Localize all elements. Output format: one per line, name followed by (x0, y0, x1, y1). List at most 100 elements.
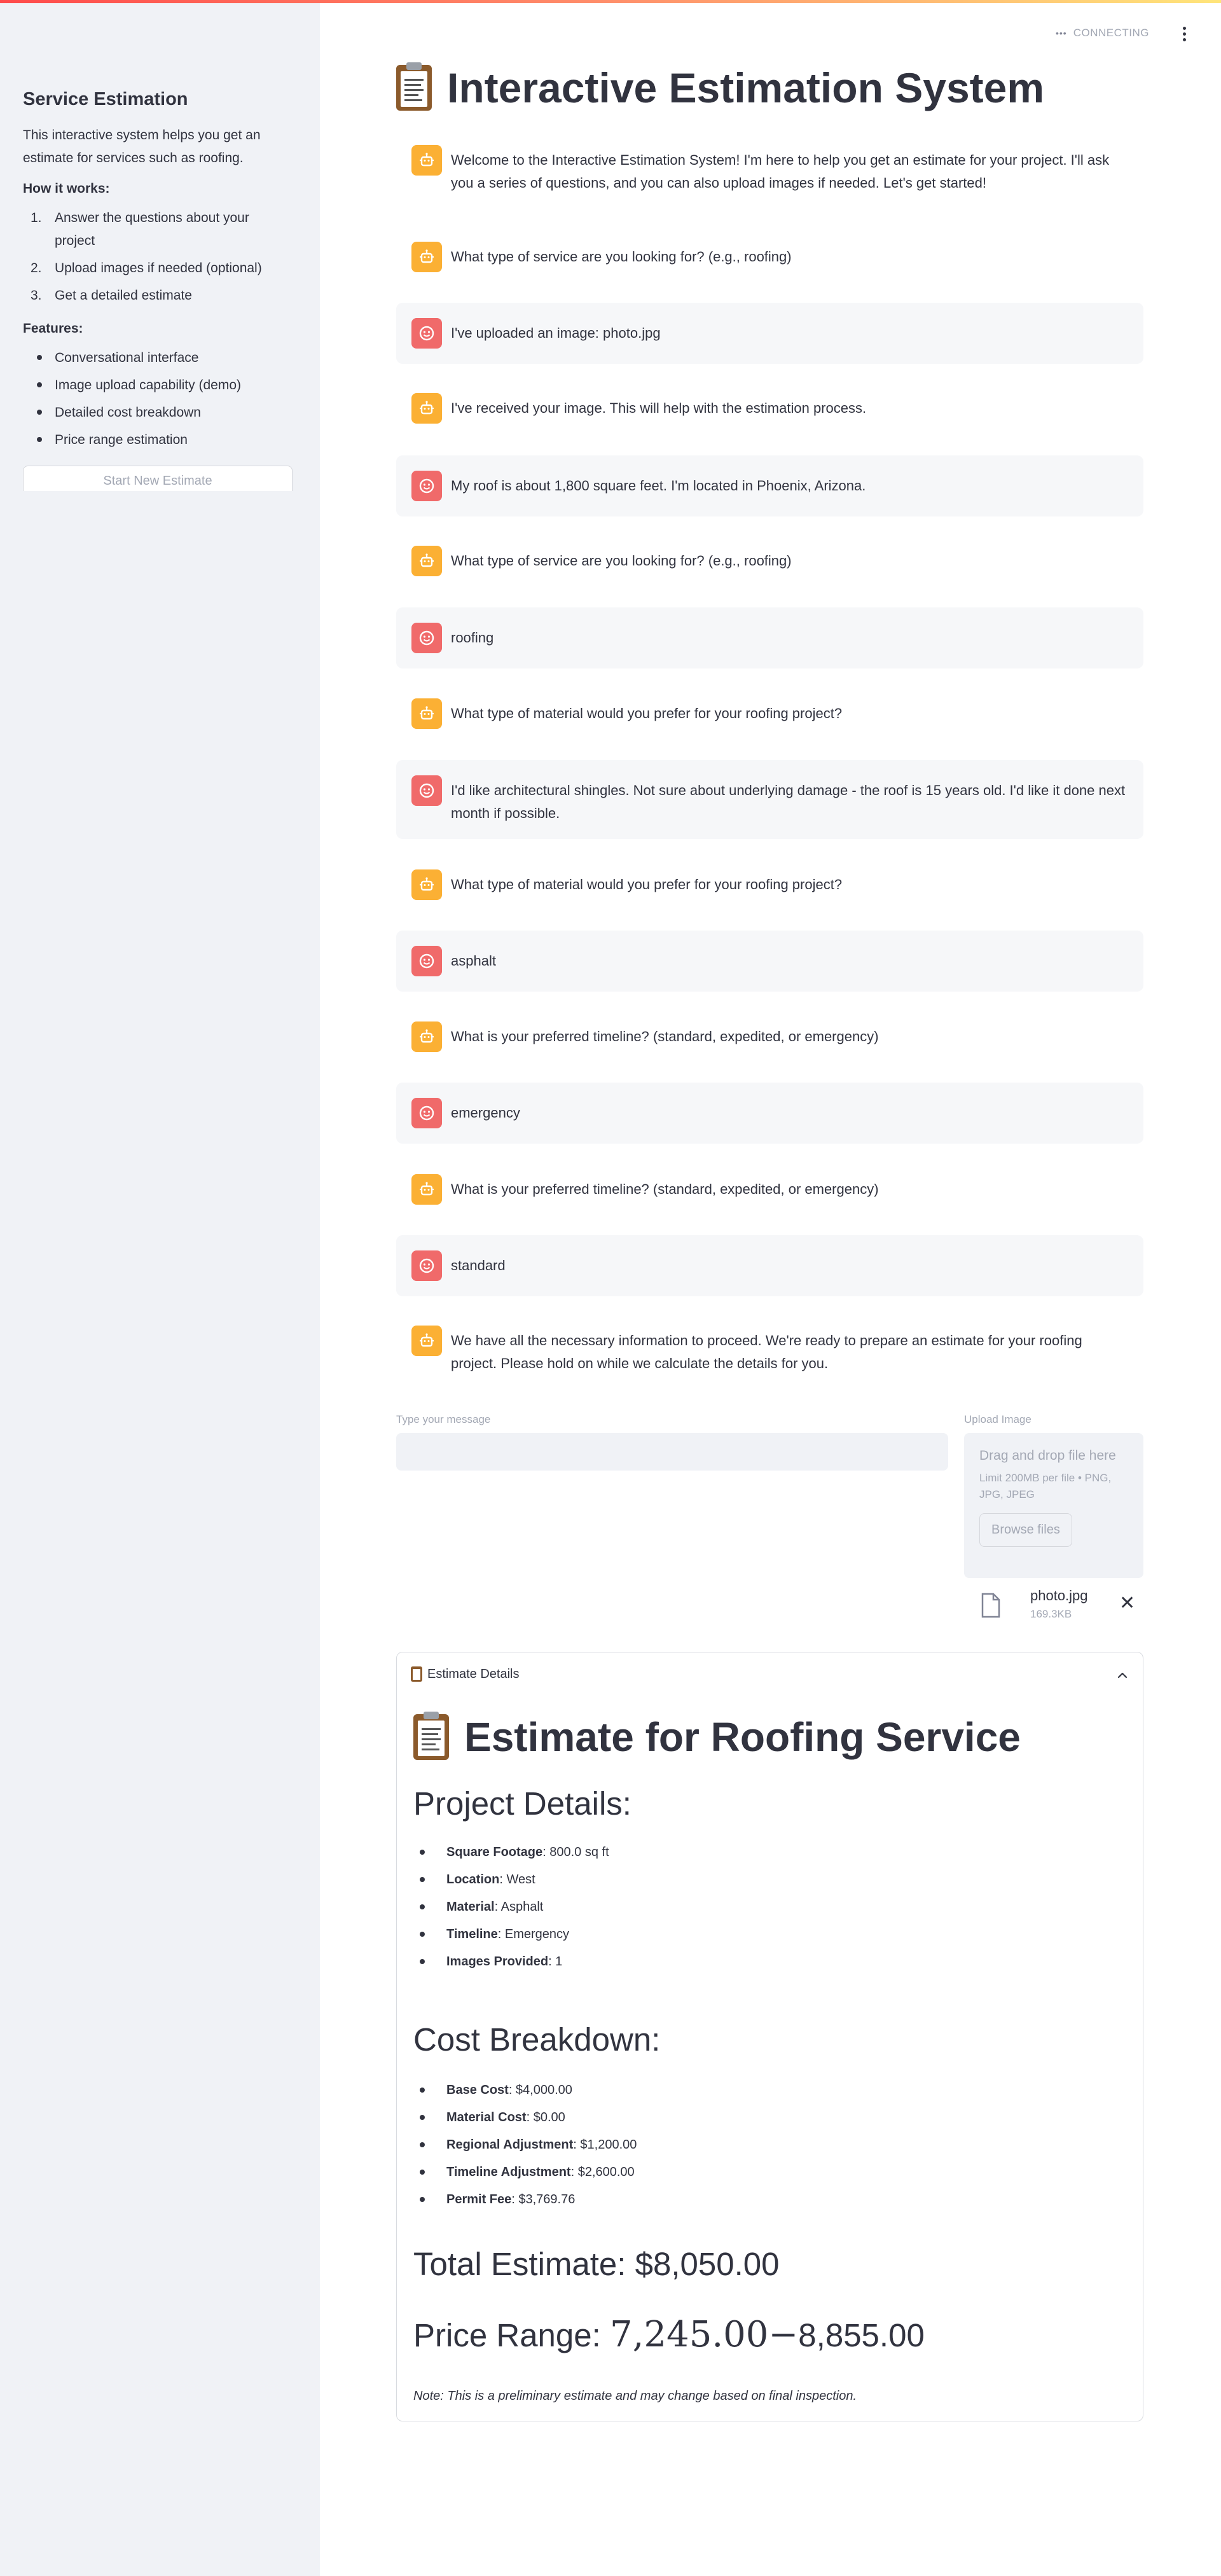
list-item: Timeline Adjustment: $2,600.00 (413, 2163, 1113, 2182)
page-title: Interactive Estimation System (396, 62, 1045, 112)
user-message: asphalt (396, 931, 1143, 992)
total-estimate: Total Estimate: $8,050.00 (413, 2246, 780, 2282)
feature-text: Image upload capability (demo) (55, 378, 241, 392)
message-input[interactable] (396, 1433, 948, 1471)
upload-label: Upload Image (964, 1413, 1031, 1425)
file-icon (981, 1593, 1000, 1618)
detail-value: : Emergency (497, 1927, 570, 1941)
message-text: Welcome to the Interactive Estimation Sy… (451, 152, 1110, 191)
page-title-text: Interactive Estimation System (447, 64, 1045, 111)
clipboard-icon (411, 1666, 422, 1682)
feature-text: Price range estimation (55, 433, 188, 447)
user-message: My roof is about 1,800 square feet. I'm … (396, 455, 1143, 516)
assistant-message: We have all the necessary information to… (396, 1319, 1143, 1380)
message-text: What type of service are you looking for… (451, 249, 792, 265)
user-avatar-icon (411, 318, 442, 349)
cost-label: Material Cost (446, 2110, 527, 2124)
list-item: Regional Adjustment: $1,200.00 (413, 2135, 1113, 2154)
bot-avatar-icon (411, 546, 442, 576)
detail-label: Square Footage (446, 1845, 543, 1859)
expander-label: Estimate Details (427, 1666, 520, 1681)
detail-value: : West (499, 1873, 535, 1887)
bot-avatar-icon (411, 145, 442, 176)
detail-label: Timeline (446, 1927, 498, 1941)
list-item: 1. Answer the questions about your projec… (27, 207, 293, 253)
price-range-prefix: Price Range: (413, 2317, 610, 2353)
detail-label: Material (446, 1900, 495, 1914)
start-new-estimate-button[interactable]: Start New Estimate (23, 466, 293, 491)
message-text: What is your preferred timeline? (standa… (451, 1181, 879, 1197)
uploaded-file: photo.jpg 169.3KB ✕ (981, 1584, 1143, 1628)
how-it-works-heading: How it works: (23, 181, 110, 196)
bot-avatar-icon (411, 869, 442, 900)
message-text: What type of service are you looking for… (451, 553, 792, 569)
detail-value: : 1 (548, 1955, 563, 1969)
expander-header[interactable]: Estimate Details (411, 1666, 520, 1682)
message-text: I've uploaded an image: photo.jpg (451, 325, 661, 341)
message-text: standard (451, 1257, 506, 1273)
list-item: Image upload capability (demo) (27, 374, 293, 397)
assistant-message: What type of service are you looking for… (396, 235, 1143, 277)
assistant-message: What type of material would you prefer f… (396, 692, 1143, 734)
status-dots-icon: ••• (1056, 28, 1067, 38)
detail-label: Images Provided (446, 1955, 549, 1969)
assistant-message: Welcome to the Interactive Estimation Sy… (396, 139, 1143, 200)
cost-label: Permit Fee (446, 2192, 512, 2206)
assistant-message: What type of material would you prefer f… (396, 863, 1143, 905)
project-details-heading: Project Details: (413, 1785, 631, 1822)
sidebar-content: Service Estimation This interactive syst… (23, 89, 293, 491)
message-text: roofing (451, 630, 494, 646)
cost-value: : $4,000.00 (508, 2083, 572, 2097)
chevron-up-icon[interactable] (1116, 1669, 1129, 1682)
message-text: My roof is about 1,800 square feet. I'm … (451, 478, 866, 494)
cost-value: : $3,769.76 (511, 2192, 576, 2206)
detail-label: Location (446, 1873, 500, 1887)
bot-avatar-icon (411, 242, 442, 272)
bot-avatar-icon (411, 393, 442, 424)
bot-avatar-icon (411, 1021, 442, 1052)
price-range: Price Range: 7,245.00−8,855.00 (413, 2314, 925, 2355)
file-name: photo.jpg (1030, 1588, 1088, 1603)
assistant-message: What is your preferred timeline? (standa… (396, 1015, 1143, 1057)
feature-text: Conversational interface (55, 350, 199, 365)
features-list: Conversational interface Image upload ca… (27, 347, 293, 452)
bot-avatar-icon (411, 1326, 442, 1356)
list-item: Material: Asphalt (413, 1897, 1113, 1916)
user-avatar-icon (411, 623, 442, 653)
browse-files-button[interactable]: Browse files (979, 1513, 1072, 1547)
cost-breakdown-heading: Cost Breakdown: (413, 2021, 661, 2058)
list-item: Conversational interface (27, 347, 293, 370)
list-item: Timeline: Emergency (413, 1925, 1113, 1944)
message-text: We have all the necessary information to… (451, 1333, 1082, 1371)
cost-value: : $0.00 (526, 2110, 565, 2124)
remove-file-icon[interactable]: ✕ (1119, 1594, 1135, 1613)
estimate-expander: Estimate Details Estimate for Roofing Se… (396, 1652, 1143, 2421)
user-message: I'd like architectural shingles. Not sur… (396, 760, 1143, 839)
step-text: Answer the questions about your project (55, 211, 249, 248)
status-text: CONNECTING (1073, 27, 1149, 39)
estimate-title-text: Estimate for Roofing Service (464, 1714, 1021, 1760)
assistant-message: What is your preferred timeline? (standa… (396, 1168, 1143, 1210)
clipboard-icon (413, 1712, 449, 1760)
cost-label: Base Cost (446, 2083, 509, 2097)
cost-label: Regional Adjustment (446, 2138, 574, 2152)
user-avatar-icon (411, 1250, 442, 1281)
list-item: 2. Upload images if needed (optional) (27, 257, 293, 280)
file-size: 169.3KB (1030, 1608, 1072, 1620)
price-range-end: 8,855.00 (798, 2317, 925, 2353)
dropzone-title: Drag and drop file here (979, 1448, 1116, 1463)
list-item: Base Cost: $4,000.00 (413, 2081, 1113, 2100)
how-it-works-list: 1. Answer the questions about your projec… (27, 207, 293, 307)
list-item: 3. Get a detailed estimate (27, 284, 293, 307)
estimate-note: Note: This is a preliminary estimate and… (413, 2389, 857, 2403)
assistant-message: What type of service are you looking for… (396, 539, 1143, 581)
file-dropzone[interactable]: Drag and drop file here Limit 200MB per … (964, 1433, 1143, 1578)
main-menu-icon[interactable] (1176, 24, 1192, 43)
user-avatar-icon (411, 775, 442, 806)
assistant-message: I've received your image. This will help… (396, 387, 1143, 429)
user-message: roofing (396, 607, 1143, 668)
dropzone-limit: Limit 200MB per file • PNG, JPG, JPEG (979, 1472, 1112, 1500)
cost-value: : $1,200.00 (573, 2138, 637, 2152)
features-heading: Features: (23, 321, 83, 336)
cost-label: Timeline Adjustment (446, 2165, 571, 2179)
